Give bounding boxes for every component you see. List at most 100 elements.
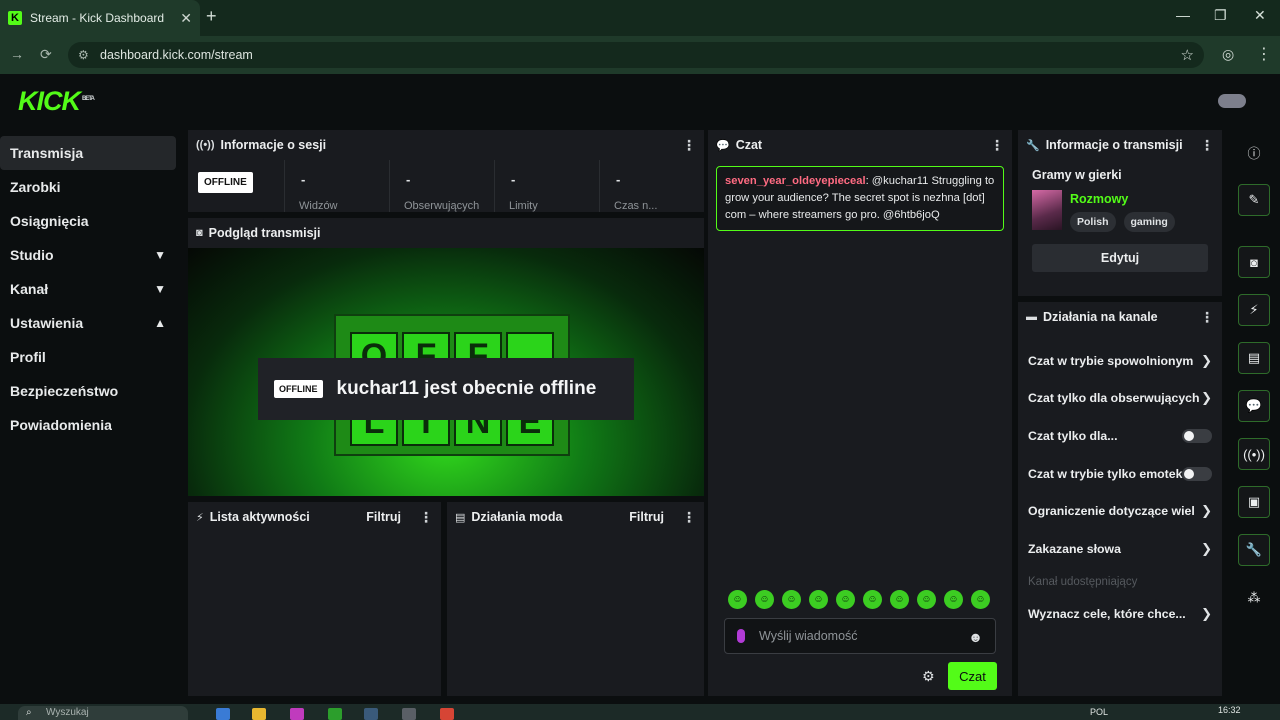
chat-username[interactable]: seven_year_oldeyepieceal <box>725 175 866 187</box>
sidebar-item-ustawienia[interactable]: Ustawienia ▲ <box>0 306 176 340</box>
limits-item[interactable]: Ograniczenie dotyczące wiel ❯ <box>1018 492 1222 530</box>
filter-button[interactable]: Filtruj <box>629 510 664 524</box>
bookmark-star-icon[interactable]: ☆ <box>1181 46 1194 64</box>
chat-message[interactable]: seven_year_oldeyepieceal: @kuchar11 Stru… <box>716 166 1004 231</box>
maximize-icon[interactable]: ❐ <box>1214 7 1227 24</box>
toggle-switch[interactable] <box>1182 428 1212 443</box>
emote-icon[interactable]: ☺ <box>755 590 774 609</box>
preview-title: Podgląd transmisji <box>208 226 321 240</box>
info-icon[interactable]: ⓘ <box>1238 136 1270 168</box>
emoji-icon[interactable]: ☻ <box>968 629 983 645</box>
activity-list-panel: ⚡ Lista aktywności Filtruj ⋮ <box>188 502 441 696</box>
more-options-icon[interactable]: ⋮ <box>990 137 1004 154</box>
pencil-icon[interactable]: ✎ <box>1238 184 1270 216</box>
emote-icon[interactable]: ☺ <box>809 590 828 609</box>
layout-icon[interactable]: ▣ <box>1238 486 1270 518</box>
sidebar-item-powiadomienia[interactable]: Powiadomienia <box>0 408 176 442</box>
discord-icon[interactable] <box>402 708 416 720</box>
followers-only-item[interactable]: Czat tylko dla obserwujących ❯ <box>1018 380 1222 418</box>
wrench-icon[interactable]: 🔧 <box>1238 534 1270 566</box>
more-options-icon[interactable]: ⋮ <box>682 509 696 526</box>
forward-icon[interactable]: → <box>10 46 24 62</box>
stat-label: Widzów <box>299 200 338 212</box>
xbox-icon[interactable] <box>328 708 342 720</box>
emote-icon[interactable]: ☺ <box>944 590 963 609</box>
edit-button[interactable]: Edytuj <box>1032 244 1208 272</box>
chevron-down-icon: ▼ <box>154 248 166 262</box>
app-icon[interactable] <box>290 708 304 720</box>
language-indicator[interactable]: POL <box>1090 707 1108 717</box>
search-icon: ⌕ <box>26 707 32 718</box>
preview-video[interactable]: O F F . L I N E OFFLINE kuchar11 jest ob… <box>188 248 704 496</box>
send-chat-button[interactable]: Czat <box>948 662 997 690</box>
emote-icon[interactable]: ☺ <box>863 590 882 609</box>
chevron-down-icon: ▼ <box>154 282 166 296</box>
lightning-icon[interactable]: ⚡ <box>1238 294 1270 326</box>
stream-info-panel: 🔧 Informacje o transmisji ⋮ Gramy w gierki… <box>1018 130 1222 296</box>
sidebar-item-zarobki[interactable]: Zarobki <box>0 170 176 204</box>
tab-title: Stream - Kick Dashboard <box>30 11 165 25</box>
sidebar-item-profil[interactable]: Profil <box>0 340 176 374</box>
sidebar-item-bezpieczenstwo[interactable]: Bezpieczeństwo <box>0 374 176 408</box>
kick-favicon-icon: K <box>8 11 22 25</box>
emote-icon[interactable]: ☺ <box>890 590 909 609</box>
browser-menu-icon[interactable]: ⋮ <box>1256 44 1272 64</box>
stat-value: - <box>616 172 621 187</box>
preview-toggle-icon[interactable]: ◙ <box>1238 246 1270 278</box>
chrome-icon[interactable] <box>440 708 454 720</box>
emote-icon[interactable]: ☺ <box>917 590 936 609</box>
tag: Polish <box>1070 212 1116 232</box>
close-window-icon[interactable]: ✕ <box>1254 7 1266 24</box>
steam-icon[interactable] <box>364 708 378 720</box>
chat-bubble-icon[interactable]: 💬 <box>1238 390 1270 422</box>
chevron-right-icon: ❯ <box>1201 390 1212 406</box>
sidebar-item-osiagniecia[interactable]: Osiągnięcia <box>0 204 176 238</box>
more-options-icon[interactable]: ⋮ <box>1200 137 1214 154</box>
slow-mode-item[interactable]: Czat w trybie spowolnionym ❯ <box>1018 342 1222 380</box>
channel-actions-title: Działania na kanale <box>1043 310 1158 324</box>
browser-titlebar: K Stream - Kick Dashboard ✕ + — ❐ ✕ <box>0 0 1280 36</box>
stream-preview-panel: ◙ Podgląd transmisji O F F . L I N E OFFL… <box>188 218 704 496</box>
broadcast-icon[interactable]: ((•)) <box>1238 438 1270 470</box>
close-tab-icon[interactable]: ✕ <box>180 10 192 27</box>
document-icon: ▤ <box>455 511 466 524</box>
chat-input[interactable]: Wyślij wiadomość ☻ <box>724 618 996 654</box>
minimize-icon[interactable]: — <box>1176 7 1190 23</box>
kick-logo[interactable]: KICK BETA <box>18 86 95 117</box>
browser-tab[interactable]: K Stream - Kick Dashboard ✕ <box>0 0 200 36</box>
new-tab-icon[interactable]: + <box>206 6 217 27</box>
apps-icon[interactable]: ⁂ <box>1238 582 1270 614</box>
more-options-icon[interactable]: ⋮ <box>1200 309 1214 326</box>
more-options-icon[interactable]: ⋮ <box>419 509 433 526</box>
tag: gaming <box>1123 212 1175 232</box>
taskbar-search[interactable]: ⌕ Wyszukaj <box>18 706 188 720</box>
gear-icon[interactable]: ⚙ <box>922 668 935 685</box>
emote-icon[interactable]: ☺ <box>782 590 801 609</box>
emote-icon[interactable]: ☺ <box>836 590 855 609</box>
sidebar-item-studio[interactable]: Studio ▼ <box>0 238 176 272</box>
goals-item[interactable]: Wyznacz cele, które chce... ❯ <box>1018 596 1222 634</box>
browser-profile-icon[interactable]: ◎ <box>1222 46 1234 63</box>
toggle-switch[interactable] <box>1182 466 1212 481</box>
session-title: Informacje o sesji <box>220 138 327 152</box>
emote-icon[interactable]: ☺ <box>728 590 747 609</box>
banned-words-item[interactable]: Zakazane słowa ❯ <box>1018 530 1222 568</box>
category-name[interactable]: Rozmowy <box>1070 192 1175 206</box>
sidebar-item-transmisja[interactable]: Transmisja <box>0 136 176 170</box>
sidebar-item-kanal[interactable]: Kanał ▼ <box>0 272 176 306</box>
windows-taskbar: ⌕ Wyszukaj POL 16:32 <box>0 704 1280 720</box>
store-icon[interactable] <box>216 708 230 720</box>
emote-icon[interactable]: ☺ <box>971 590 990 609</box>
stat-label: Limity <box>509 200 538 212</box>
status-badge: OFFLINE <box>274 380 323 398</box>
more-options-icon[interactable]: ⋮ <box>682 137 696 154</box>
clock[interactable]: 16:32 <box>1218 705 1241 715</box>
filter-button[interactable]: Filtruj <box>366 510 401 524</box>
folder-icon[interactable] <box>252 708 266 720</box>
reload-icon[interactable]: ⟳ <box>40 46 52 63</box>
document-icon[interactable]: ▤ <box>1238 342 1270 374</box>
offline-overlay: OFFLINE kuchar11 jest obecnie offline <box>258 358 634 420</box>
chevron-right-icon: ❯ <box>1201 503 1212 519</box>
site-info-icon[interactable]: ⚙ <box>78 48 89 62</box>
url-bar[interactable]: ⚙ dashboard.kick.com/stream ☆ <box>68 42 1204 68</box>
